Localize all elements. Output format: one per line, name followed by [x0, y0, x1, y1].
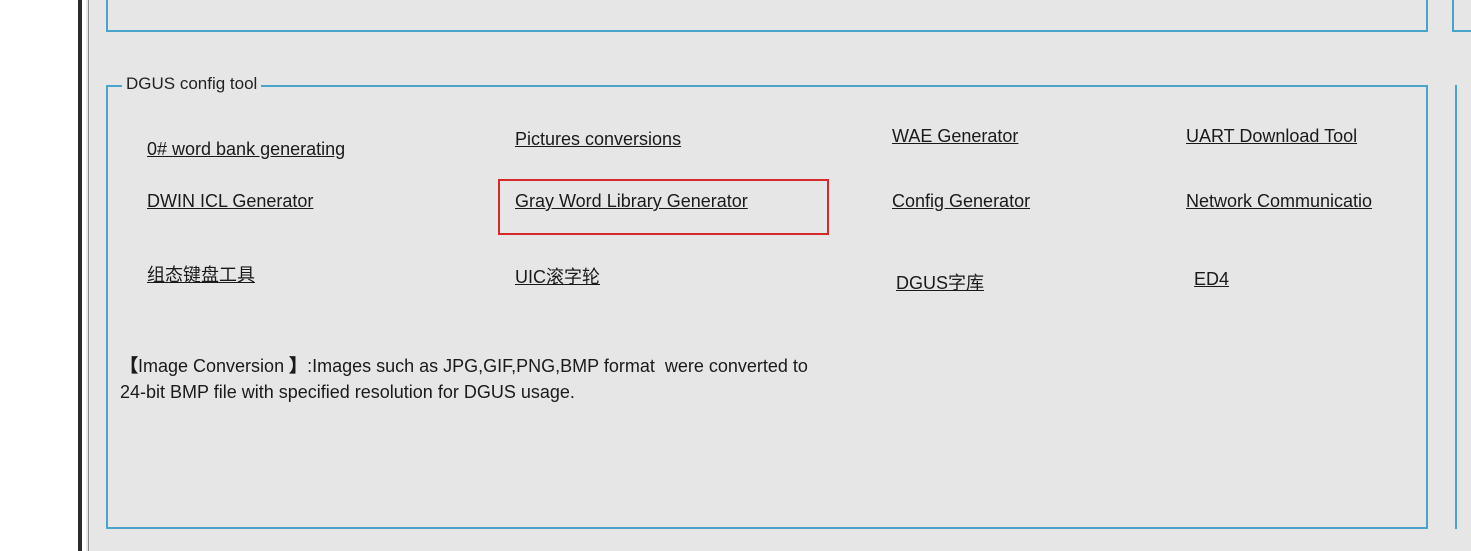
right-clip-region: [1432, 0, 1452, 551]
uic-scroll-wheel-link[interactable]: UIC滚字轮: [515, 265, 600, 289]
highlight-annotation-box: [498, 179, 829, 235]
right-lower-groupbox-edge: [1455, 85, 1471, 529]
ed4-link[interactable]: ED4: [1194, 267, 1229, 291]
left-frame-inner-border: [88, 0, 89, 551]
upper-groupbox: [106, 0, 1428, 32]
description-bracket-right: 】: [289, 356, 308, 376]
right-upper-groupbox-edge: [1452, 0, 1471, 32]
description-line1: :Images such as JPG,GIF,PNG,BMP format w…: [307, 356, 808, 376]
groupbox-title: DGUS config tool: [122, 72, 262, 96]
description-bracket-left: 【: [120, 356, 138, 376]
description-label: Image Conversion: [138, 356, 290, 376]
network-communication-link[interactable]: Network Communicatio: [1186, 189, 1372, 213]
description-line2: 24-bit BMP file with specified resolutio…: [120, 382, 575, 402]
tool-description: 【Image Conversion 】:Images such as JPG,G…: [120, 353, 808, 405]
pictures-conversions-link[interactable]: Pictures conversions: [515, 127, 681, 151]
config-generator-link[interactable]: Config Generator: [892, 189, 1030, 213]
dgus-font-library-link[interactable]: DGUS字库: [896, 271, 984, 295]
left-frame-border: [78, 0, 82, 551]
keyboard-config-tool-link[interactable]: 组态键盘工具: [147, 263, 255, 287]
wae-generator-link[interactable]: WAE Generator: [892, 124, 1018, 148]
dwin-icl-generator-link[interactable]: DWIN ICL Generator: [147, 189, 313, 213]
uart-download-tool-link[interactable]: UART Download Tool: [1186, 124, 1357, 148]
word-bank-generating-link[interactable]: 0# word bank generating: [147, 137, 345, 161]
